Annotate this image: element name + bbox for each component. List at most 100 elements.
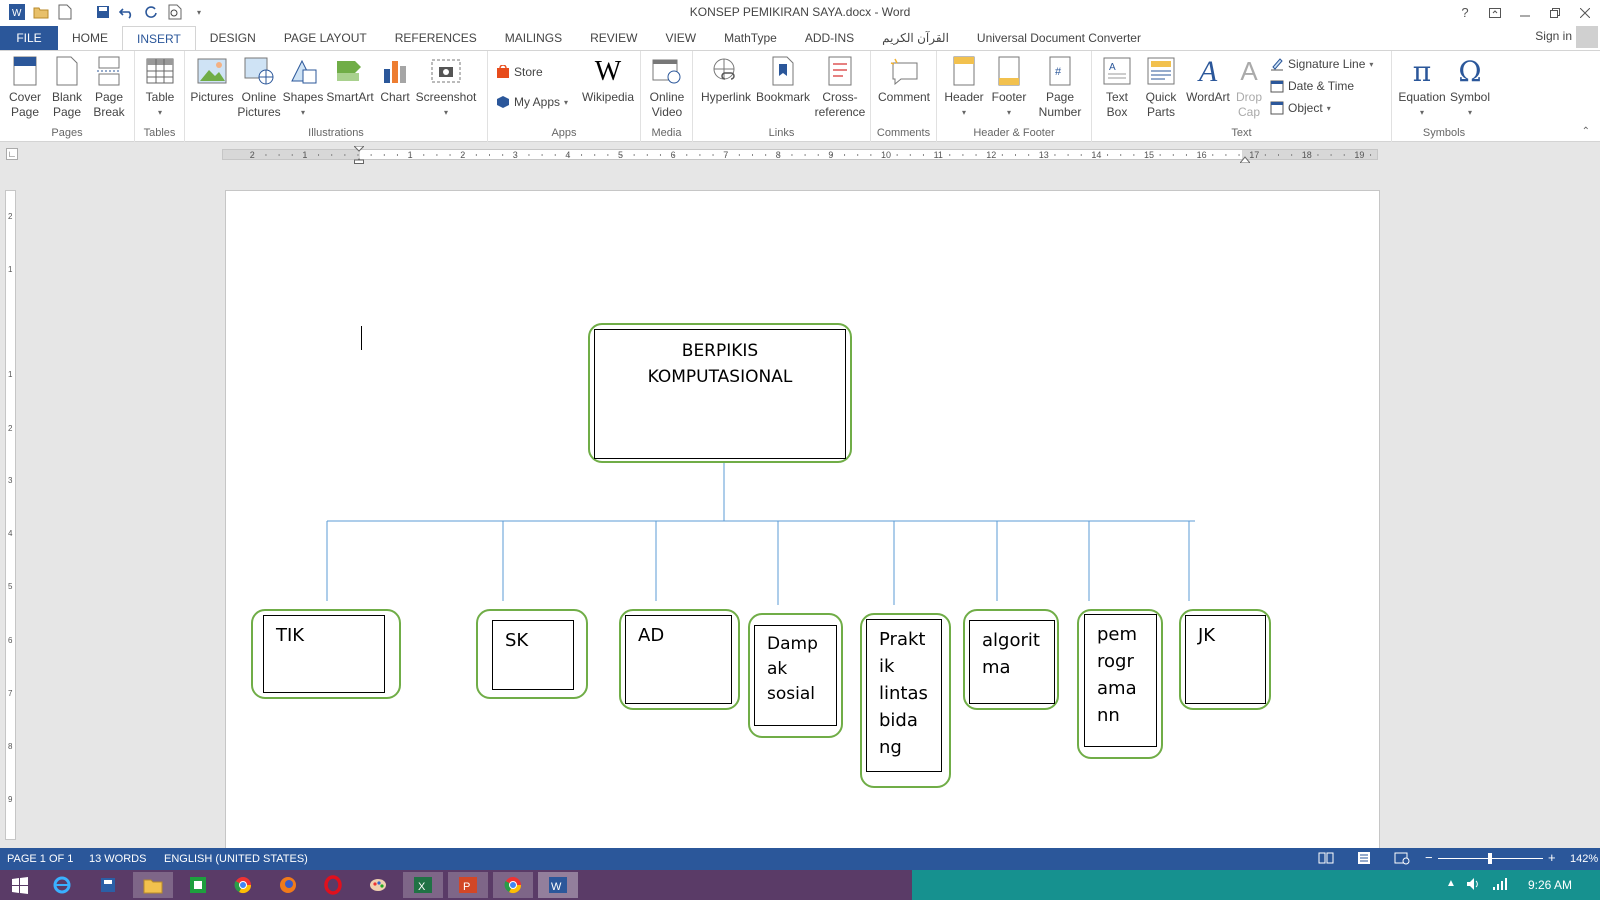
online-video-label: Online Video: [649, 90, 685, 119]
tab-file[interactable]: FILE: [0, 26, 58, 50]
tab-references[interactable]: REFERENCES: [381, 26, 491, 50]
store-button[interactable]: Store: [496, 65, 543, 79]
tab-review[interactable]: REVIEW: [576, 26, 651, 50]
document-page[interactable]: BERPIKIS KOMPUTASIONAL TIK SK AD Damp ak…: [225, 190, 1380, 850]
diagram-node-praktik-lintas-bidang[interactable]: Prakt ik lintas bida ng: [860, 613, 951, 788]
help-icon[interactable]: ?: [1450, 0, 1480, 25]
diagram-node-ad[interactable]: AD: [619, 609, 740, 710]
tab-universal-document-converter[interactable]: Universal Document Converter: [963, 26, 1155, 50]
right-indent-marker-icon[interactable]: [1238, 152, 1252, 164]
vertical-ruler-number: 5: [8, 582, 13, 591]
hyperlink-button[interactable]: Hyperlink: [699, 55, 753, 105]
firefox-icon[interactable]: [268, 872, 308, 898]
restore-icon[interactable]: [1540, 0, 1570, 25]
shapes-dropdown-icon: ▾: [300, 108, 305, 117]
cross-reference-button[interactable]: Cross- reference: [813, 55, 867, 120]
bookmark-button[interactable]: Bookmark: [755, 55, 811, 105]
powerpoint-icon[interactable]: P: [448, 872, 488, 898]
shapes-button[interactable]: Shapes ▾: [283, 55, 323, 120]
wordart-button[interactable]: A WordArt: [1184, 55, 1232, 105]
indent-marker-icon[interactable]: [352, 145, 366, 165]
diagram-node-pemrograman[interactable]: pem rogr ama nn: [1077, 609, 1163, 759]
comment-button[interactable]: Comment: [875, 55, 933, 105]
vertical-ruler[interactable]: 2 1 1 2 3 4 5 6 7 8 9: [5, 190, 16, 840]
zoom-slider-thumb[interactable]: [1488, 853, 1492, 864]
internet-explorer-icon[interactable]: [42, 872, 82, 898]
tab-page-layout[interactable]: PAGE LAYOUT: [270, 26, 381, 50]
store-icon: [497, 65, 509, 78]
tab-selector-icon[interactable]: ∟: [6, 148, 18, 160]
print-layout-icon[interactable]: [1356, 851, 1372, 868]
ribbon: Cover Page Blank Page Page Break Pages T…: [0, 50, 1600, 142]
language[interactable]: ENGLISH (UNITED STATES): [164, 853, 308, 865]
tab-insert[interactable]: INSERT: [122, 26, 196, 50]
paint-icon[interactable]: [358, 872, 398, 898]
cover-page-button[interactable]: Cover Page: [6, 55, 44, 120]
zoom-in-button[interactable]: +: [1548, 850, 1556, 865]
tab-add-ins[interactable]: ADD-INS: [791, 26, 868, 50]
my-apps-button[interactable]: My Apps ▾: [496, 95, 568, 109]
pictures-button[interactable]: Pictures: [189, 55, 235, 105]
smartart-button[interactable]: SmartArt: [325, 55, 375, 105]
chart-button[interactable]: Chart: [377, 55, 413, 105]
tab-quran[interactable]: القرآن الكريم: [868, 26, 963, 50]
media-player-icon[interactable]: [88, 872, 128, 898]
online-video-button[interactable]: Online Video: [645, 55, 689, 120]
collapse-ribbon-icon[interactable]: ⌃: [1582, 126, 1590, 137]
sign-in-link[interactable]: Sign in: [1535, 29, 1572, 43]
page-count[interactable]: PAGE 1 OF 1: [7, 853, 73, 865]
chrome-icon[interactable]: [223, 872, 263, 898]
excel-icon[interactable]: X: [403, 872, 443, 898]
horizontal-ruler[interactable]: 2112345678910111213141516171819: [222, 145, 1378, 165]
quick-parts-button[interactable]: Quick Parts: [1140, 55, 1182, 120]
equation-button[interactable]: π Equation ▾: [1396, 55, 1448, 120]
header-icon: [948, 55, 980, 87]
file-explorer-icon[interactable]: [133, 872, 173, 898]
table-button[interactable]: Table ▾: [141, 55, 179, 120]
wikipedia-button[interactable]: W Wikipedia: [580, 55, 636, 105]
web-layout-icon[interactable]: [1394, 851, 1410, 868]
word-count[interactable]: 13 WORDS: [89, 853, 146, 865]
page-number-button[interactable]: # Page Number: [1033, 55, 1087, 120]
object-button[interactable]: Object ▾: [1270, 101, 1331, 115]
show-hidden-icons-icon[interactable]: ▲: [1446, 878, 1456, 889]
chrome-window-icon[interactable]: [493, 872, 533, 898]
diagram-node-sk[interactable]: SK: [476, 609, 588, 699]
volume-icon[interactable]: [1466, 877, 1482, 894]
minimize-icon[interactable]: [1510, 0, 1540, 25]
spreadsheet-icon[interactable]: [178, 872, 218, 898]
tab-design[interactable]: DESIGN: [196, 26, 270, 50]
tab-mathtype[interactable]: MathType: [710, 26, 791, 50]
start-icon[interactable]: [0, 872, 40, 898]
opera-icon[interactable]: [313, 872, 353, 898]
text-box-button[interactable]: A Text Box: [1096, 55, 1138, 120]
tab-home[interactable]: HOME: [58, 26, 122, 50]
tab-mailings[interactable]: MAILINGS: [491, 26, 576, 50]
zoom-out-button[interactable]: −: [1425, 850, 1433, 865]
network-icon[interactable]: [1492, 877, 1508, 894]
diagram-node-tik[interactable]: TIK: [251, 609, 401, 699]
diagram-node-jk[interactable]: JK: [1179, 609, 1271, 710]
tab-view[interactable]: VIEW: [651, 26, 710, 50]
screenshot-button[interactable]: Screenshot ▾: [413, 55, 479, 120]
page-break-button[interactable]: Page Break: [90, 55, 128, 120]
close-icon[interactable]: [1570, 0, 1600, 25]
signature-line-button[interactable]: Signature Line ▾: [1270, 57, 1373, 71]
clock[interactable]: 9:26 AM: [1528, 878, 1572, 892]
drop-cap-button[interactable]: A Drop Cap: [1232, 55, 1266, 120]
blank-page-button[interactable]: Blank Page: [48, 55, 86, 120]
diagram-node-algoritma[interactable]: algorit ma: [963, 609, 1059, 710]
ribbon-display-options-icon[interactable]: [1480, 0, 1510, 25]
zoom-level[interactable]: 142%: [1570, 853, 1598, 865]
symbol-button[interactable]: Ω Symbol ▾: [1448, 55, 1492, 120]
header-button[interactable]: Header ▾: [941, 55, 987, 120]
avatar[interactable]: [1576, 26, 1598, 48]
footer-button[interactable]: Footer ▾: [987, 55, 1031, 120]
word-icon[interactable]: W: [538, 872, 578, 898]
diagram-node-dampak-sosial[interactable]: Damp ak sosial: [748, 613, 843, 738]
date-time-button[interactable]: Date & Time: [1270, 79, 1354, 93]
group-symbols: π Equation ▾ Ω Symbol ▾ Symbols: [1392, 51, 1496, 142]
diagram-root[interactable]: BERPIKIS KOMPUTASIONAL: [588, 323, 852, 463]
online-pictures-button[interactable]: Online Pictures: [237, 55, 281, 120]
read-mode-icon[interactable]: [1318, 851, 1334, 868]
